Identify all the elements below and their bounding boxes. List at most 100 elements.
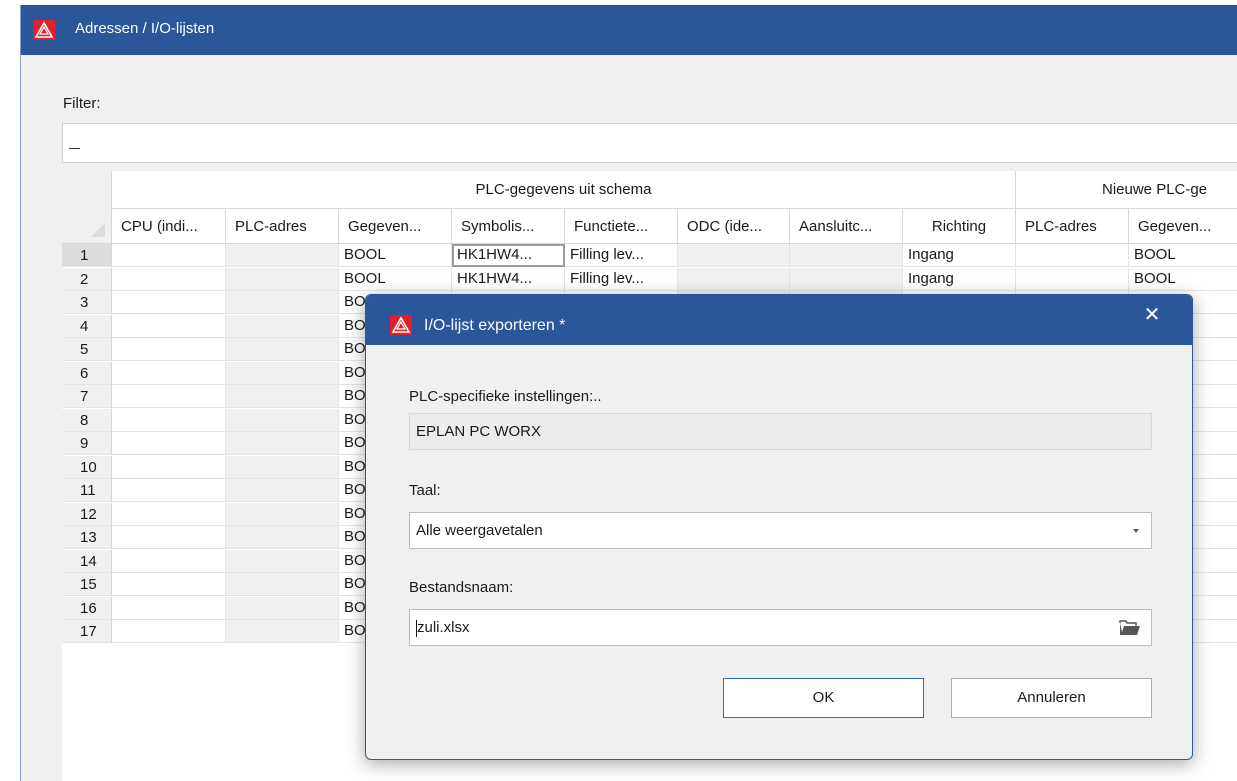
row-number[interactable]: 11 <box>62 479 112 502</box>
dialog-warning-icon <box>390 315 412 335</box>
cell-odc[interactable] <box>678 244 790 267</box>
cell-plc-address[interactable] <box>226 573 339 596</box>
cell-cpu[interactable] <box>112 291 226 314</box>
cell-function-text[interactable]: Filling lev... <box>565 267 678 291</box>
column-header-plc-address[interactable]: PLC-adres <box>226 209 339 244</box>
row-number[interactable]: 3 <box>62 291 112 314</box>
cell-cpu[interactable] <box>112 385 226 408</box>
plc-settings-value: EPLAN PC WORX <box>416 423 542 440</box>
cell-cpu[interactable] <box>112 314 226 338</box>
cell-plc-address[interactable] <box>226 385 339 408</box>
filter-label: Filter: <box>63 95 101 112</box>
row-number[interactable]: 8 <box>62 408 112 432</box>
filename-value: zuli.xlsx <box>417 619 470 636</box>
text-caret <box>69 148 80 149</box>
cell-plc-address[interactable] <box>226 549 339 573</box>
cell-cpu[interactable] <box>112 361 226 385</box>
column-header-function-text[interactable]: Functiete... <box>565 209 678 244</box>
folder-open-icon[interactable] <box>1119 620 1141 636</box>
row-number[interactable]: 2 <box>62 267 112 291</box>
cell-cpu[interactable] <box>112 573 226 596</box>
cell-symbolic[interactable]: HK1HW4... <box>452 244 565 267</box>
cell-odc[interactable] <box>678 267 790 291</box>
plc-settings-label: PLC-specifieke instellingen:.. <box>409 388 602 405</box>
cell-cpu[interactable] <box>112 267 226 291</box>
cell-cpu[interactable] <box>112 549 226 573</box>
column-header-new-data-type[interactable]: Gegeven... <box>1129 209 1237 244</box>
cell-plc-address[interactable] <box>226 620 339 643</box>
cell-symbolic[interactable]: HK1HW4... <box>452 267 565 291</box>
cell-plc-address[interactable] <box>226 526 339 549</box>
cell-plc-address[interactable] <box>226 479 339 502</box>
cell-plc-address[interactable] <box>226 267 339 291</box>
cell-function-text[interactable]: Filling lev... <box>565 244 678 267</box>
row-number[interactable]: 6 <box>62 361 112 385</box>
filename-input[interactable]: zuli.xlsx <box>409 609 1152 646</box>
cell-plc-address[interactable] <box>226 314 339 338</box>
row-number[interactable]: 14 <box>62 549 112 573</box>
cell-cpu[interactable] <box>112 479 226 502</box>
row-number[interactable]: 4 <box>62 314 112 338</box>
cell-new-plc-address[interactable] <box>1016 267 1129 291</box>
cell-plc-address[interactable] <box>226 244 339 267</box>
cell-cpu[interactable] <box>112 408 226 432</box>
ok-button[interactable]: OK <box>723 678 924 718</box>
row-number[interactable]: 16 <box>62 596 112 620</box>
cancel-button[interactable]: Annuleren <box>951 678 1152 718</box>
column-header-cpu[interactable]: CPU (indi... <box>112 209 226 244</box>
row-number[interactable]: 17 <box>62 620 112 643</box>
cell-direction[interactable]: Ingang <box>903 267 1016 291</box>
row-number[interactable]: 9 <box>62 432 112 455</box>
column-header-new-plc-address[interactable]: PLC-adres <box>1016 209 1129 244</box>
cell-plc-address[interactable] <box>226 455 339 479</box>
cell-new-plc-address[interactable] <box>1016 244 1129 267</box>
cell-cpu[interactable] <box>112 596 226 620</box>
cell-plc-address[interactable] <box>226 291 339 314</box>
column-header-direction[interactable]: Richting <box>903 209 1016 244</box>
row-number[interactable]: 12 <box>62 502 112 526</box>
row-number[interactable]: 1 <box>62 244 112 267</box>
cell-plc-address[interactable] <box>226 408 339 432</box>
cell-plc-address[interactable] <box>226 596 339 620</box>
row-number[interactable]: 7 <box>62 385 112 408</box>
chevron-down-icon <box>1133 529 1139 533</box>
group-header-schema: PLC-gegevens uit schema <box>112 171 1016 209</box>
cell-cpu[interactable] <box>112 455 226 479</box>
cell-plc-address[interactable] <box>226 361 339 385</box>
grid-select-all-corner[interactable] <box>62 171 112 244</box>
cell-plc-address[interactable] <box>226 432 339 455</box>
column-header-symbolic[interactable]: Symbolis... <box>452 209 565 244</box>
table-row[interactable]: 1 BOOL HK1HW4... Filling lev... Ingang BOOL <box>62 244 1237 267</box>
dialog-titlebar: I/O-lijst exporteren * ✕ <box>366 295 1192 345</box>
cell-plc-address[interactable] <box>226 338 339 361</box>
main-window-title: Adressen / I/O-lijsten <box>75 20 215 37</box>
cell-plc-address[interactable] <box>226 502 339 526</box>
language-label: Taal: <box>409 482 441 499</box>
close-icon[interactable]: ✕ <box>1140 303 1164 327</box>
row-number[interactable]: 13 <box>62 526 112 549</box>
table-row[interactable]: 2 BOOL HK1HW4... Filling lev... Ingang BOOL <box>62 267 1237 291</box>
cell-direction[interactable]: Ingang <box>903 244 1016 267</box>
cell-data-type[interactable]: BOOL <box>339 244 452 267</box>
export-dialog: I/O-lijst exporteren * ✕ PLC-specifieke … <box>365 294 1193 760</box>
cell-new-data-type[interactable]: BOOL <box>1129 268 1237 291</box>
cell-data-type[interactable]: BOOL <box>339 267 452 291</box>
cell-cpu[interactable] <box>112 620 226 643</box>
column-header-data-type[interactable]: Gegeven... <box>339 209 452 244</box>
cell-cpu[interactable] <box>112 432 226 455</box>
cell-cpu[interactable] <box>112 526 226 549</box>
cell-cpu[interactable] <box>112 502 226 526</box>
filter-input[interactable] <box>62 123 1237 163</box>
cell-new-data-type[interactable]: BOOL <box>1129 244 1237 267</box>
column-header-connection[interactable]: Aansluitc... <box>790 209 903 244</box>
row-number[interactable]: 5 <box>62 338 112 361</box>
row-number[interactable]: 15 <box>62 573 112 596</box>
plc-settings-field: EPLAN PC WORX <box>409 413 1152 450</box>
cell-cpu[interactable] <box>112 244 226 267</box>
column-header-odc[interactable]: ODC (ide... <box>678 209 790 244</box>
cell-connection[interactable] <box>790 267 903 291</box>
language-select[interactable]: Alle weergavetalen <box>409 512 1152 549</box>
cell-connection[interactable] <box>790 244 903 267</box>
cell-cpu[interactable] <box>112 338 226 361</box>
row-number[interactable]: 10 <box>62 455 112 479</box>
